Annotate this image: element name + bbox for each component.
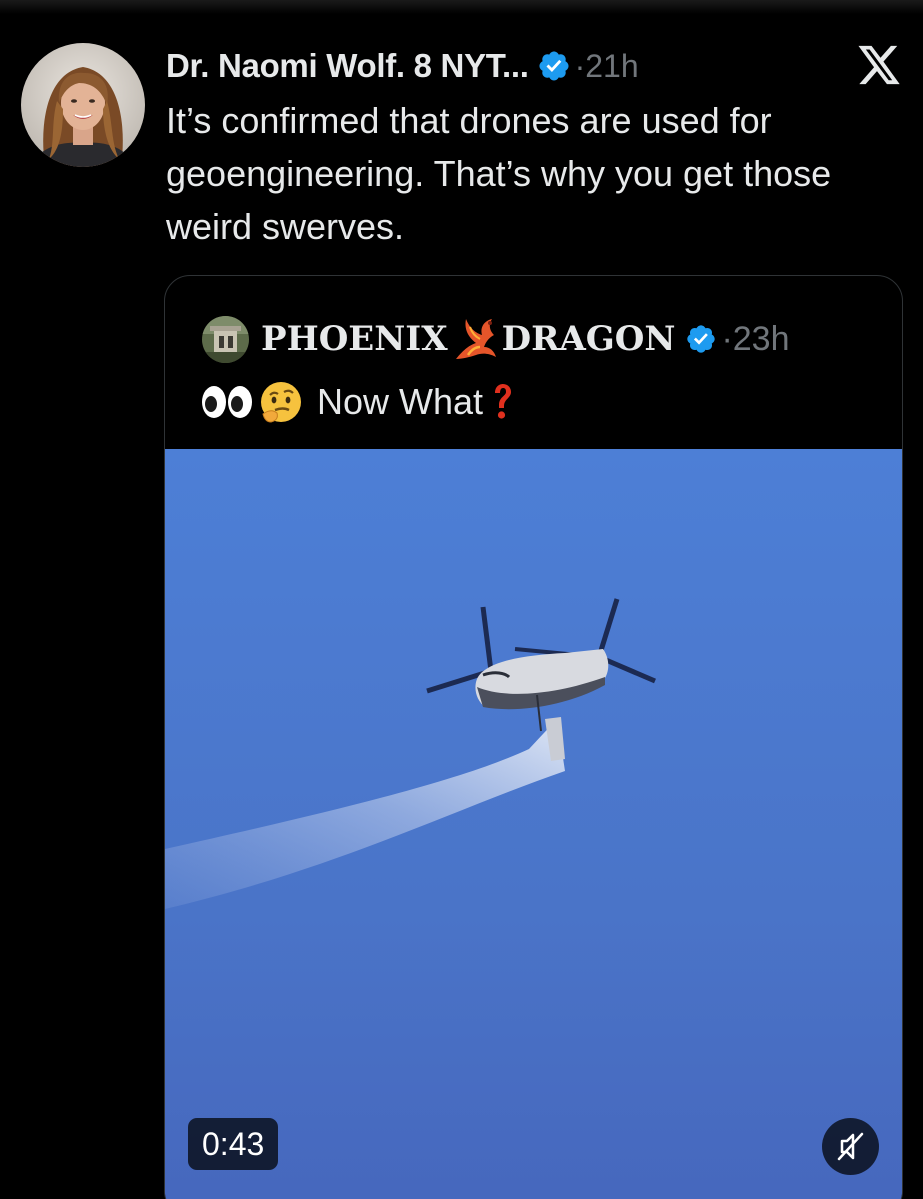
author-name[interactable]: Dr. Naomi Wolf. 8 NYT... <box>166 47 529 85</box>
top-divider <box>0 0 923 14</box>
author-avatar[interactable] <box>21 43 145 167</box>
quoted-author-avatar[interactable] <box>202 316 249 363</box>
quoted-author-name-part2[interactable]: DRAGON <box>502 319 676 359</box>
tweet-text: It’s confirmed that drones are used for … <box>166 100 832 247</box>
thinking-face-icon <box>259 380 303 424</box>
verified-badge-icon <box>685 323 717 355</box>
tweet-header: Dr. Naomi Wolf. 8 NYT... ·21h <box>166 40 639 92</box>
x-logo-icon[interactable] <box>856 44 902 86</box>
quoted-tweet-card[interactable]: PHOENIX DRAGON ·23h Now What 0:43 <box>164 275 903 1199</box>
quoted-author-name-part1[interactable]: PHOENIX <box>261 319 448 359</box>
tweet-view: Dr. Naomi Wolf. 8 NYT... ·21h It’s confi… <box>0 0 923 1199</box>
video-player[interactable]: 0:43 <box>165 449 902 1199</box>
speaker-muted-icon <box>837 1132 864 1161</box>
red-question-mark-icon <box>491 382 513 422</box>
mute-toggle-button[interactable] <box>822 1118 879 1175</box>
video-duration: 0:43 <box>188 1118 279 1170</box>
verified-badge-icon <box>537 49 571 83</box>
eyes-icon <box>201 382 253 422</box>
quoted-tweet-text-row: Now What <box>201 375 513 429</box>
tweet-timestamp[interactable]: ·21h <box>575 48 639 85</box>
quoted-tweet-text: Now What <box>317 381 484 422</box>
quoted-tweet-header: PHOENIX DRAGON ·23h <box>261 314 790 364</box>
quoted-tweet-timestamp[interactable]: ·23h <box>721 320 789 359</box>
phoenix-icon <box>450 315 500 363</box>
video-frame <box>165 449 902 1199</box>
